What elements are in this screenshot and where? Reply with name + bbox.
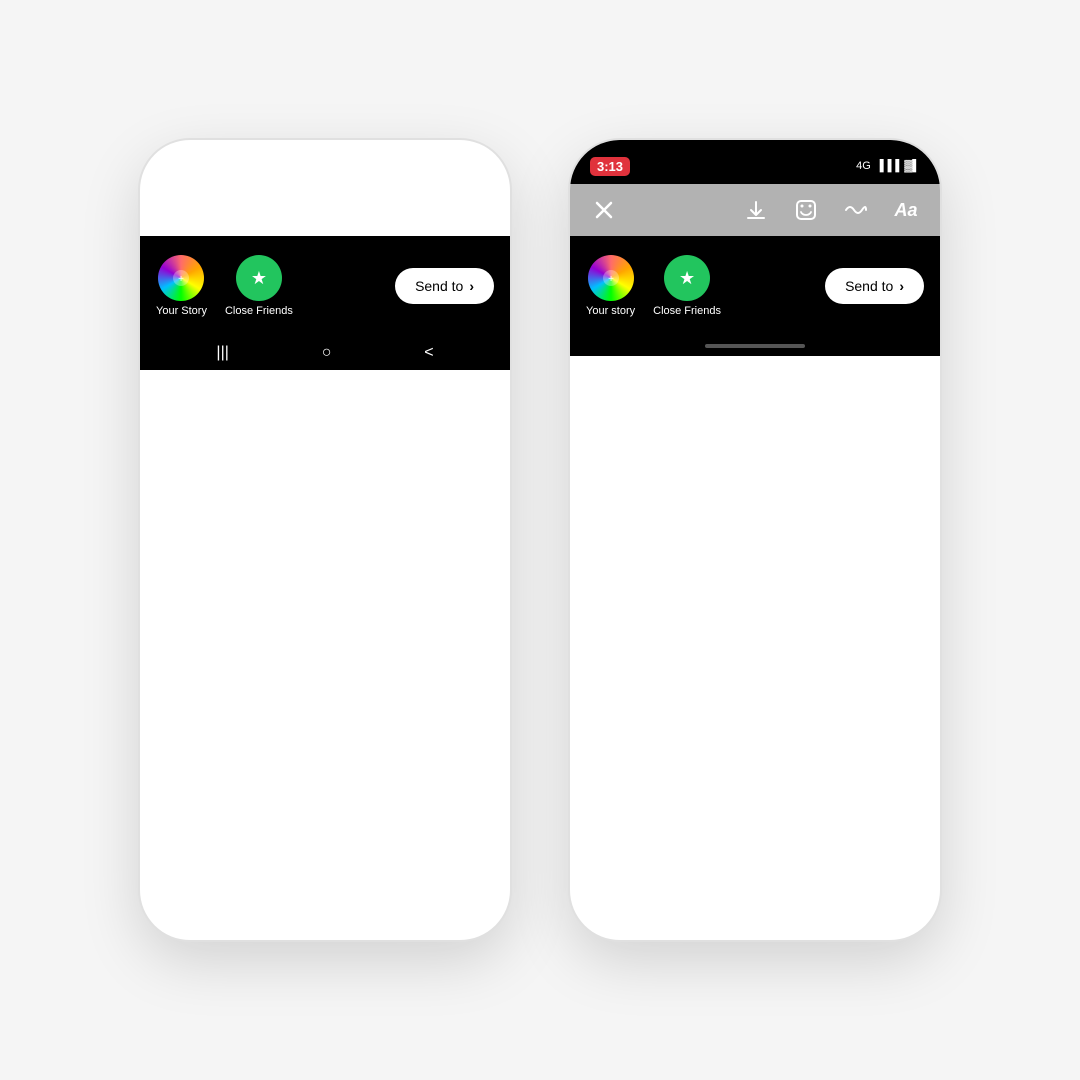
status-icons-1: ▣ ▐▐▐ ▴ ▓: [428, 160, 490, 173]
swipe-indicator-2: [570, 336, 940, 356]
close-friends-button-2[interactable]: ★ Close Friends: [653, 255, 721, 317]
your-story-label-2: Your story: [586, 305, 635, 317]
your-story-icon-1: +: [158, 255, 204, 301]
phone-2-screen: 3:13 4G ▐▐▐ ▓▌: [570, 140, 940, 940]
status-time-1: 9:53: [160, 158, 188, 174]
phone-1: 9:53 ▣ ▐▐▐ ▴ ▓: [140, 140, 510, 940]
network-icon-2: 4G: [856, 160, 871, 172]
send-to-button-2[interactable]: Send to ›: [825, 268, 924, 304]
nav-bar-1: ||| ○ <: [140, 336, 510, 370]
scribble-icon-1[interactable]: [410, 194, 442, 226]
toolbar-right-2: Aa: [740, 194, 922, 226]
story-toolbar-2: Aa: [570, 184, 940, 236]
story-toolbar-1: Aa: [140, 184, 510, 236]
toolbar-right-1: Aa: [260, 194, 492, 226]
close-friends-label-1: Close Friends: [225, 305, 293, 317]
close-friends-button-1[interactable]: ★ Close Friends: [225, 255, 293, 317]
download-icon-2[interactable]: [740, 194, 772, 226]
send-to-label-2: Send to: [845, 278, 893, 294]
nav-home-icon-1[interactable]: ○: [322, 344, 332, 362]
your-story-button-1[interactable]: + Your Story: [156, 255, 207, 317]
sticker-icon-2[interactable]: [790, 194, 822, 226]
chevron-right-icon-2: ›: [899, 278, 904, 294]
send-to-button-1[interactable]: Send to ›: [395, 268, 494, 304]
your-story-icon-2: +: [588, 255, 634, 301]
signal-icon-1: ▐▐▐: [443, 160, 466, 172]
phone-2: 3:13 4G ▐▐▐ ▓▌: [570, 140, 940, 940]
download-icon-1[interactable]: [310, 194, 342, 226]
swipe-bar-2: [705, 344, 805, 348]
svg-text:+: +: [608, 274, 614, 285]
sticker-icon-1[interactable]: [360, 194, 392, 226]
status-icons-2: 4G ▐▐▐ ▓▌: [856, 160, 920, 172]
text-icon-1[interactable]: Aa: [460, 194, 492, 226]
chevron-right-icon-1: ›: [469, 278, 474, 294]
send-to-label-1: Send to: [415, 278, 463, 294]
scene: 9:53 ▣ ▐▐▐ ▴ ▓: [0, 0, 1080, 1080]
your-story-label-1: Your Story: [156, 305, 207, 317]
story-bottom-bar-1: + Your Story ★ Close Friends Send to ›: [140, 236, 510, 336]
close-icon-2[interactable]: [588, 194, 620, 226]
story-bottom-bar-2: + Your story ★ Close Friends Send to ›: [570, 236, 940, 336]
wifi-icon-1: ▴: [471, 160, 477, 173]
nav-menu-icon-1[interactable]: <: [424, 344, 433, 362]
status-bar-2: 3:13 4G ▐▐▐ ▓▌: [570, 140, 940, 184]
battery-icon-2: ▓▌: [904, 160, 920, 172]
camera-icon-1: ▣: [428, 160, 438, 173]
signal-icon-2: ▐▐▐: [876, 160, 899, 172]
close-icon-1[interactable]: [158, 194, 190, 226]
scribble-icon-2[interactable]: [840, 194, 872, 226]
nav-back-icon-1[interactable]: |||: [216, 344, 228, 362]
star-icon-1: ★: [251, 268, 267, 289]
star-icon-2: ★: [679, 268, 695, 289]
your-story-button-2[interactable]: + Your story: [586, 255, 635, 317]
phone-1-screen: 9:53 ▣ ▐▐▐ ▴ ▓: [140, 140, 510, 940]
battery-icon-1: ▓: [482, 160, 490, 172]
status-time-2: 3:13: [590, 157, 630, 176]
close-friends-icon-1: ★: [236, 255, 282, 301]
status-bar-1: 9:53 ▣ ▐▐▐ ▴ ▓: [140, 140, 510, 184]
svg-text:+: +: [179, 274, 185, 285]
emoji-icon-1[interactable]: [260, 194, 292, 226]
close-friends-icon-2: ★: [664, 255, 710, 301]
close-friends-label-2: Close Friends: [653, 305, 721, 317]
text-icon-2[interactable]: Aa: [890, 194, 922, 226]
